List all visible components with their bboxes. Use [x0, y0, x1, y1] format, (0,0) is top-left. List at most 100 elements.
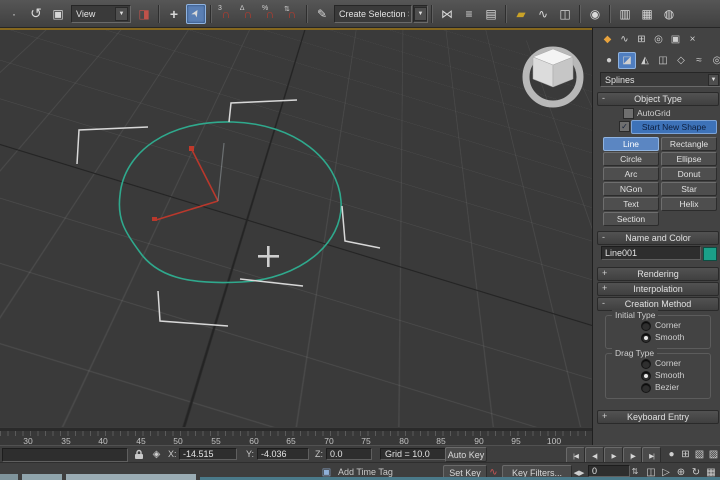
tab-motion[interactable]: ◎: [650, 32, 667, 47]
helix-button[interactable]: Helix: [661, 197, 717, 211]
schematic-view-icon[interactable]: ◫: [555, 4, 575, 24]
isolate-selection-icon[interactable]: ▧: [693, 448, 706, 461]
mirror-icon[interactable]: ⋈: [437, 4, 457, 24]
start-new-shape-checkbox[interactable]: ✓: [619, 121, 630, 132]
create-categories: ● ◪ ◭ ◫ ◇ ≈ ◎: [600, 52, 720, 69]
circle-button[interactable]: Circle: [603, 152, 659, 166]
drag-corner-label: Corner: [655, 358, 681, 368]
curve-editor-icon[interactable]: ∿: [533, 4, 553, 24]
initial-smooth-label: Smooth: [655, 332, 684, 342]
rollout-rendering[interactable]: + Rendering: [597, 267, 719, 281]
initial-corner-label: Corner: [655, 320, 681, 330]
percent-snap-icon[interactable]: %∩: [260, 4, 280, 24]
material-editor-icon[interactable]: ◉: [585, 4, 605, 24]
donut-button[interactable]: Donut: [661, 167, 717, 181]
layer-manager-icon[interactable]: ▤: [481, 4, 501, 24]
object-color-swatch[interactable]: [703, 247, 717, 261]
toolbar-separator: [505, 5, 507, 23]
drag-corner-radio[interactable]: [641, 359, 651, 369]
named-selection-sets-icon[interactable]: ✎: [312, 4, 332, 24]
gizmo-z-axis: [218, 143, 224, 201]
drag-bezier-radio[interactable]: [641, 383, 651, 393]
ngon-button[interactable]: NGon: [603, 182, 659, 196]
star-button[interactable]: Star: [661, 182, 717, 196]
category-lights[interactable]: ◭: [636, 52, 654, 69]
initial-corner-radio[interactable]: [641, 321, 651, 331]
crosshair-cursor: [258, 246, 279, 267]
artifact-block: [66, 474, 196, 480]
category-systems[interactable]: ◎: [708, 52, 720, 69]
section-button[interactable]: Section: [603, 212, 659, 226]
selection-set-dropdown-arrow[interactable]: ▼: [413, 5, 428, 23]
gizmo-handle: [152, 217, 157, 221]
gizmo-handle: [189, 146, 194, 151]
view-cube[interactable]: [526, 49, 580, 104]
splines-dropdown[interactable]: Splines ▼: [600, 72, 720, 87]
category-shapes[interactable]: ◪: [618, 52, 636, 69]
select-object-icon[interactable]: ➤: [186, 4, 206, 24]
toolbar-separator: [609, 5, 611, 23]
toolbar-separator: [306, 5, 308, 23]
selection-region-icon[interactable]: ▨: [707, 448, 720, 461]
tab-display[interactable]: ▣: [667, 32, 684, 47]
quick-render-icon[interactable]: ◍: [659, 4, 679, 24]
snap-toggle-icon[interactable]: 3∩: [216, 4, 236, 24]
autogrid-checkbox[interactable]: [623, 108, 634, 119]
render-setup-icon[interactable]: ▥: [615, 4, 635, 24]
spline-shape[interactable]: [119, 122, 341, 283]
category-cameras[interactable]: ◫: [654, 52, 672, 69]
3ds-max-window: · ↺ ▣ View ▼ ◨ + ➤ 3∩ ∆∩ %∩ ⇅∩ ✎ Create …: [0, 0, 720, 480]
toolbar-separator: [158, 5, 160, 23]
category-space-warps[interactable]: ≈: [690, 52, 708, 69]
select-and-link-icon[interactable]: ▣: [48, 4, 68, 24]
dot-icon[interactable]: ·: [4, 4, 24, 24]
start-new-shape-button[interactable]: Start New Shape: [631, 120, 717, 134]
initial-smooth-radio[interactable]: [641, 333, 651, 343]
autogrid-label: AutoGrid: [637, 108, 671, 118]
tab-modify[interactable]: ∿: [616, 32, 633, 47]
unlink-selection-icon[interactable]: ◨: [134, 4, 154, 24]
tab-utilities[interactable]: ×: [684, 32, 701, 47]
tab-hierarchy[interactable]: ⊞: [633, 32, 650, 47]
command-panel: ◆ ∿ ⊞ ◎ ▣ × ● ◪ ◭ ◫ ◇ ≈ ◎ Splines ▼ - Ob…: [592, 28, 720, 445]
drag-smooth-label: Smooth: [655, 370, 684, 380]
x-label: X:: [168, 449, 177, 459]
drag-smooth-radio[interactable]: [641, 371, 651, 381]
object-name-field[interactable]: [601, 246, 701, 260]
axis-gizmo-red: [156, 150, 218, 220]
chevron-down-icon[interactable]: ▼: [115, 7, 128, 21]
absolute-mode-icon[interactable]: ◈: [150, 448, 163, 461]
rollout-name-and-color[interactable]: - Name and Color: [597, 231, 719, 245]
align-icon[interactable]: ≡: [459, 4, 479, 24]
line-button[interactable]: Line: [603, 137, 659, 151]
viewport-layout-icon[interactable]: ⊞: [679, 448, 692, 461]
x-coordinate-field[interactable]: [179, 448, 237, 460]
text-button[interactable]: Text: [603, 197, 659, 211]
graph-editors-icon[interactable]: ▰: [511, 4, 531, 24]
category-helpers[interactable]: ◇: [672, 52, 690, 69]
perspective-viewport[interactable]: [0, 28, 592, 427]
z-coordinate-field[interactable]: [326, 448, 372, 460]
rollout-creation-method[interactable]: - Creation Method: [597, 297, 719, 311]
auto-key-button[interactable]: Auto Key: [445, 447, 487, 462]
selection-lock-icon[interactable]: [132, 448, 145, 461]
tab-create[interactable]: ◆: [599, 32, 616, 47]
rollout-interpolation[interactable]: + Interpolation: [597, 282, 719, 296]
arc-button[interactable]: Arc: [603, 167, 659, 181]
angle-snap-icon[interactable]: ∆∩: [238, 4, 258, 24]
y-coordinate-field[interactable]: [257, 448, 309, 460]
select-and-move-icon[interactable]: +: [164, 4, 184, 24]
rollout-keyboard-entry[interactable]: + Keyboard Entry: [597, 410, 719, 424]
spinner-snap-icon[interactable]: ⇅∩: [282, 4, 302, 24]
selection-set-dropdown[interactable]: Create Selection Se: [334, 5, 412, 23]
view-dropdown[interactable]: View ▼: [71, 5, 131, 23]
rectangle-button[interactable]: Rectangle: [661, 137, 717, 151]
rollout-object-type[interactable]: - Object Type: [597, 92, 719, 106]
undo-icon[interactable]: ↺: [26, 4, 46, 24]
chevron-down-icon: ▼: [708, 74, 719, 86]
category-geometry[interactable]: ●: [600, 52, 618, 69]
rendered-frame-icon[interactable]: ▦: [637, 4, 657, 24]
ellipse-button[interactable]: Ellipse: [661, 152, 717, 166]
panel-filler: [592, 428, 720, 445]
key-mode-toggle-icon[interactable]: ●: [665, 448, 678, 461]
